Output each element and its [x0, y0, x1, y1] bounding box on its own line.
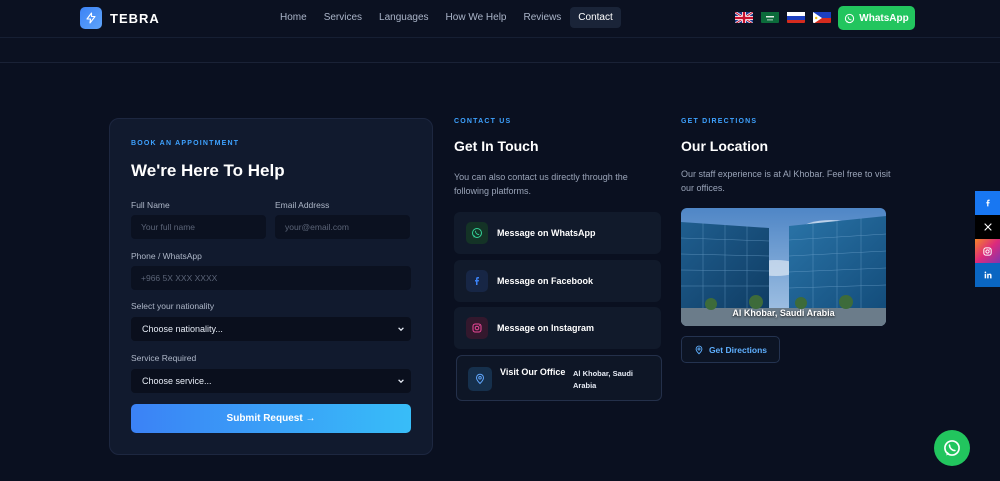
main-nav: Home Services Languages How We Help Revi… — [272, 7, 622, 28]
uk-flag-icon[interactable] — [735, 11, 753, 23]
contact-description: You can also contact us directly through… — [454, 172, 628, 196]
whatsapp-contact-row[interactable]: Message on WhatsApp — [454, 212, 661, 254]
email-label: Email Address — [275, 200, 330, 210]
office-address: Al Khobar, Saudi Arabia — [573, 369, 634, 390]
russia-flag-icon[interactable] — [787, 11, 805, 23]
nationality-select[interactable]: Choose nationality... — [131, 317, 411, 341]
instagram-contact-label: Message on Instagram — [497, 323, 595, 333]
phone-label: Phone / WhatsApp — [131, 251, 202, 261]
submit-request-button[interactable]: Submit Request → — [131, 404, 411, 433]
location-title: Our Location — [681, 138, 769, 154]
nav-languages[interactable]: Languages — [371, 7, 437, 28]
chevron-down-icon — [398, 379, 404, 384]
photo-caption: Al Khobar, Saudi Arabia — [732, 308, 835, 318]
whatsapp-header-label: WhatsApp — [859, 12, 909, 24]
full-name-placeholder: Your full name — [141, 222, 196, 232]
whatsapp-icon — [466, 222, 488, 244]
instagram-icon[interactable] — [975, 239, 1000, 263]
facebook-contact-label: Message on Facebook — [497, 276, 594, 286]
office-contact-row[interactable]: Visit Our Office Al Khobar, Saudi Arabia — [456, 355, 662, 401]
instagram-contact-row[interactable]: Message on Instagram — [454, 307, 661, 349]
contact-title: Get In Touch — [454, 138, 539, 154]
philippines-flag-icon[interactable] — [813, 11, 831, 23]
whatsapp-icon — [845, 13, 855, 23]
full-name-input[interactable]: Your full name — [131, 215, 266, 239]
email-placeholder: your@email.com — [285, 222, 349, 232]
facebook-icon — [466, 270, 488, 292]
service-label: Service Required — [131, 353, 197, 363]
get-directions-label: Get Directions — [708, 344, 768, 355]
service-select[interactable]: Choose service... — [131, 369, 411, 393]
nav-reviews[interactable]: Reviews — [516, 7, 570, 28]
whatsapp-contact-label: Message on WhatsApp — [497, 228, 596, 238]
instagram-icon — [466, 317, 488, 339]
service-value: Choose service... — [142, 376, 212, 386]
full-name-label: Full Name — [131, 200, 170, 210]
facebook-icon[interactable] — [975, 191, 1000, 215]
chevron-down-icon — [398, 327, 404, 332]
site-header: TEBRA Home Services Languages How We Hel… — [0, 0, 1000, 38]
facebook-contact-row[interactable]: Message on Facebook — [454, 260, 661, 302]
directions-eyebrow: GET DIRECTIONS — [681, 118, 758, 125]
nav-home[interactable]: Home — [272, 7, 315, 28]
whatsapp-icon — [944, 440, 960, 456]
brand-name: TEBRA — [110, 10, 160, 26]
office-building-photo: Al Khobar, Saudi Arabia — [681, 208, 886, 326]
whatsapp-header-button[interactable]: WhatsApp — [838, 6, 915, 30]
phone-placeholder: +966 5X XXX XXXX — [141, 273, 218, 283]
nationality-label: Select your nationality — [131, 301, 215, 311]
lightning-icon — [80, 7, 102, 29]
office-label: Visit Our Office — [500, 367, 566, 377]
nav-how-we-help[interactable]: How We Help — [438, 7, 515, 28]
whatsapp-floating-button[interactable] — [934, 430, 970, 466]
language-flags — [735, 11, 839, 23]
nav-contact[interactable]: Contact — [570, 7, 621, 28]
location-description: Our staff experience is at Al Khobar. Fe… — [681, 169, 891, 193]
header-subbar — [0, 38, 1000, 63]
email-input[interactable]: your@email.com — [275, 215, 410, 239]
phone-input[interactable]: +966 5X XXX XXXX — [131, 266, 411, 290]
map-pin-icon — [468, 367, 492, 391]
get-directions-button[interactable]: Get Directions — [681, 336, 780, 363]
saudi-flag-icon[interactable] — [761, 11, 779, 23]
contact-eyebrow: CONTACT US — [454, 118, 512, 125]
form-title: We're Here To Help — [131, 161, 285, 180]
map-pin-icon — [695, 345, 703, 354]
linkedin-icon[interactable] — [975, 263, 1000, 287]
brand-logo[interactable]: TEBRA — [80, 7, 160, 29]
nav-services[interactable]: Services — [316, 7, 370, 28]
social-sidebar — [975, 191, 1000, 287]
form-eyebrow: BOOK AN APPOINTMENT — [131, 140, 240, 147]
x-icon[interactable] — [975, 215, 1000, 239]
nationality-value: Choose nationality... — [142, 324, 223, 334]
appointment-form-card: BOOK AN APPOINTMENT We're Here To Help F… — [109, 118, 433, 455]
